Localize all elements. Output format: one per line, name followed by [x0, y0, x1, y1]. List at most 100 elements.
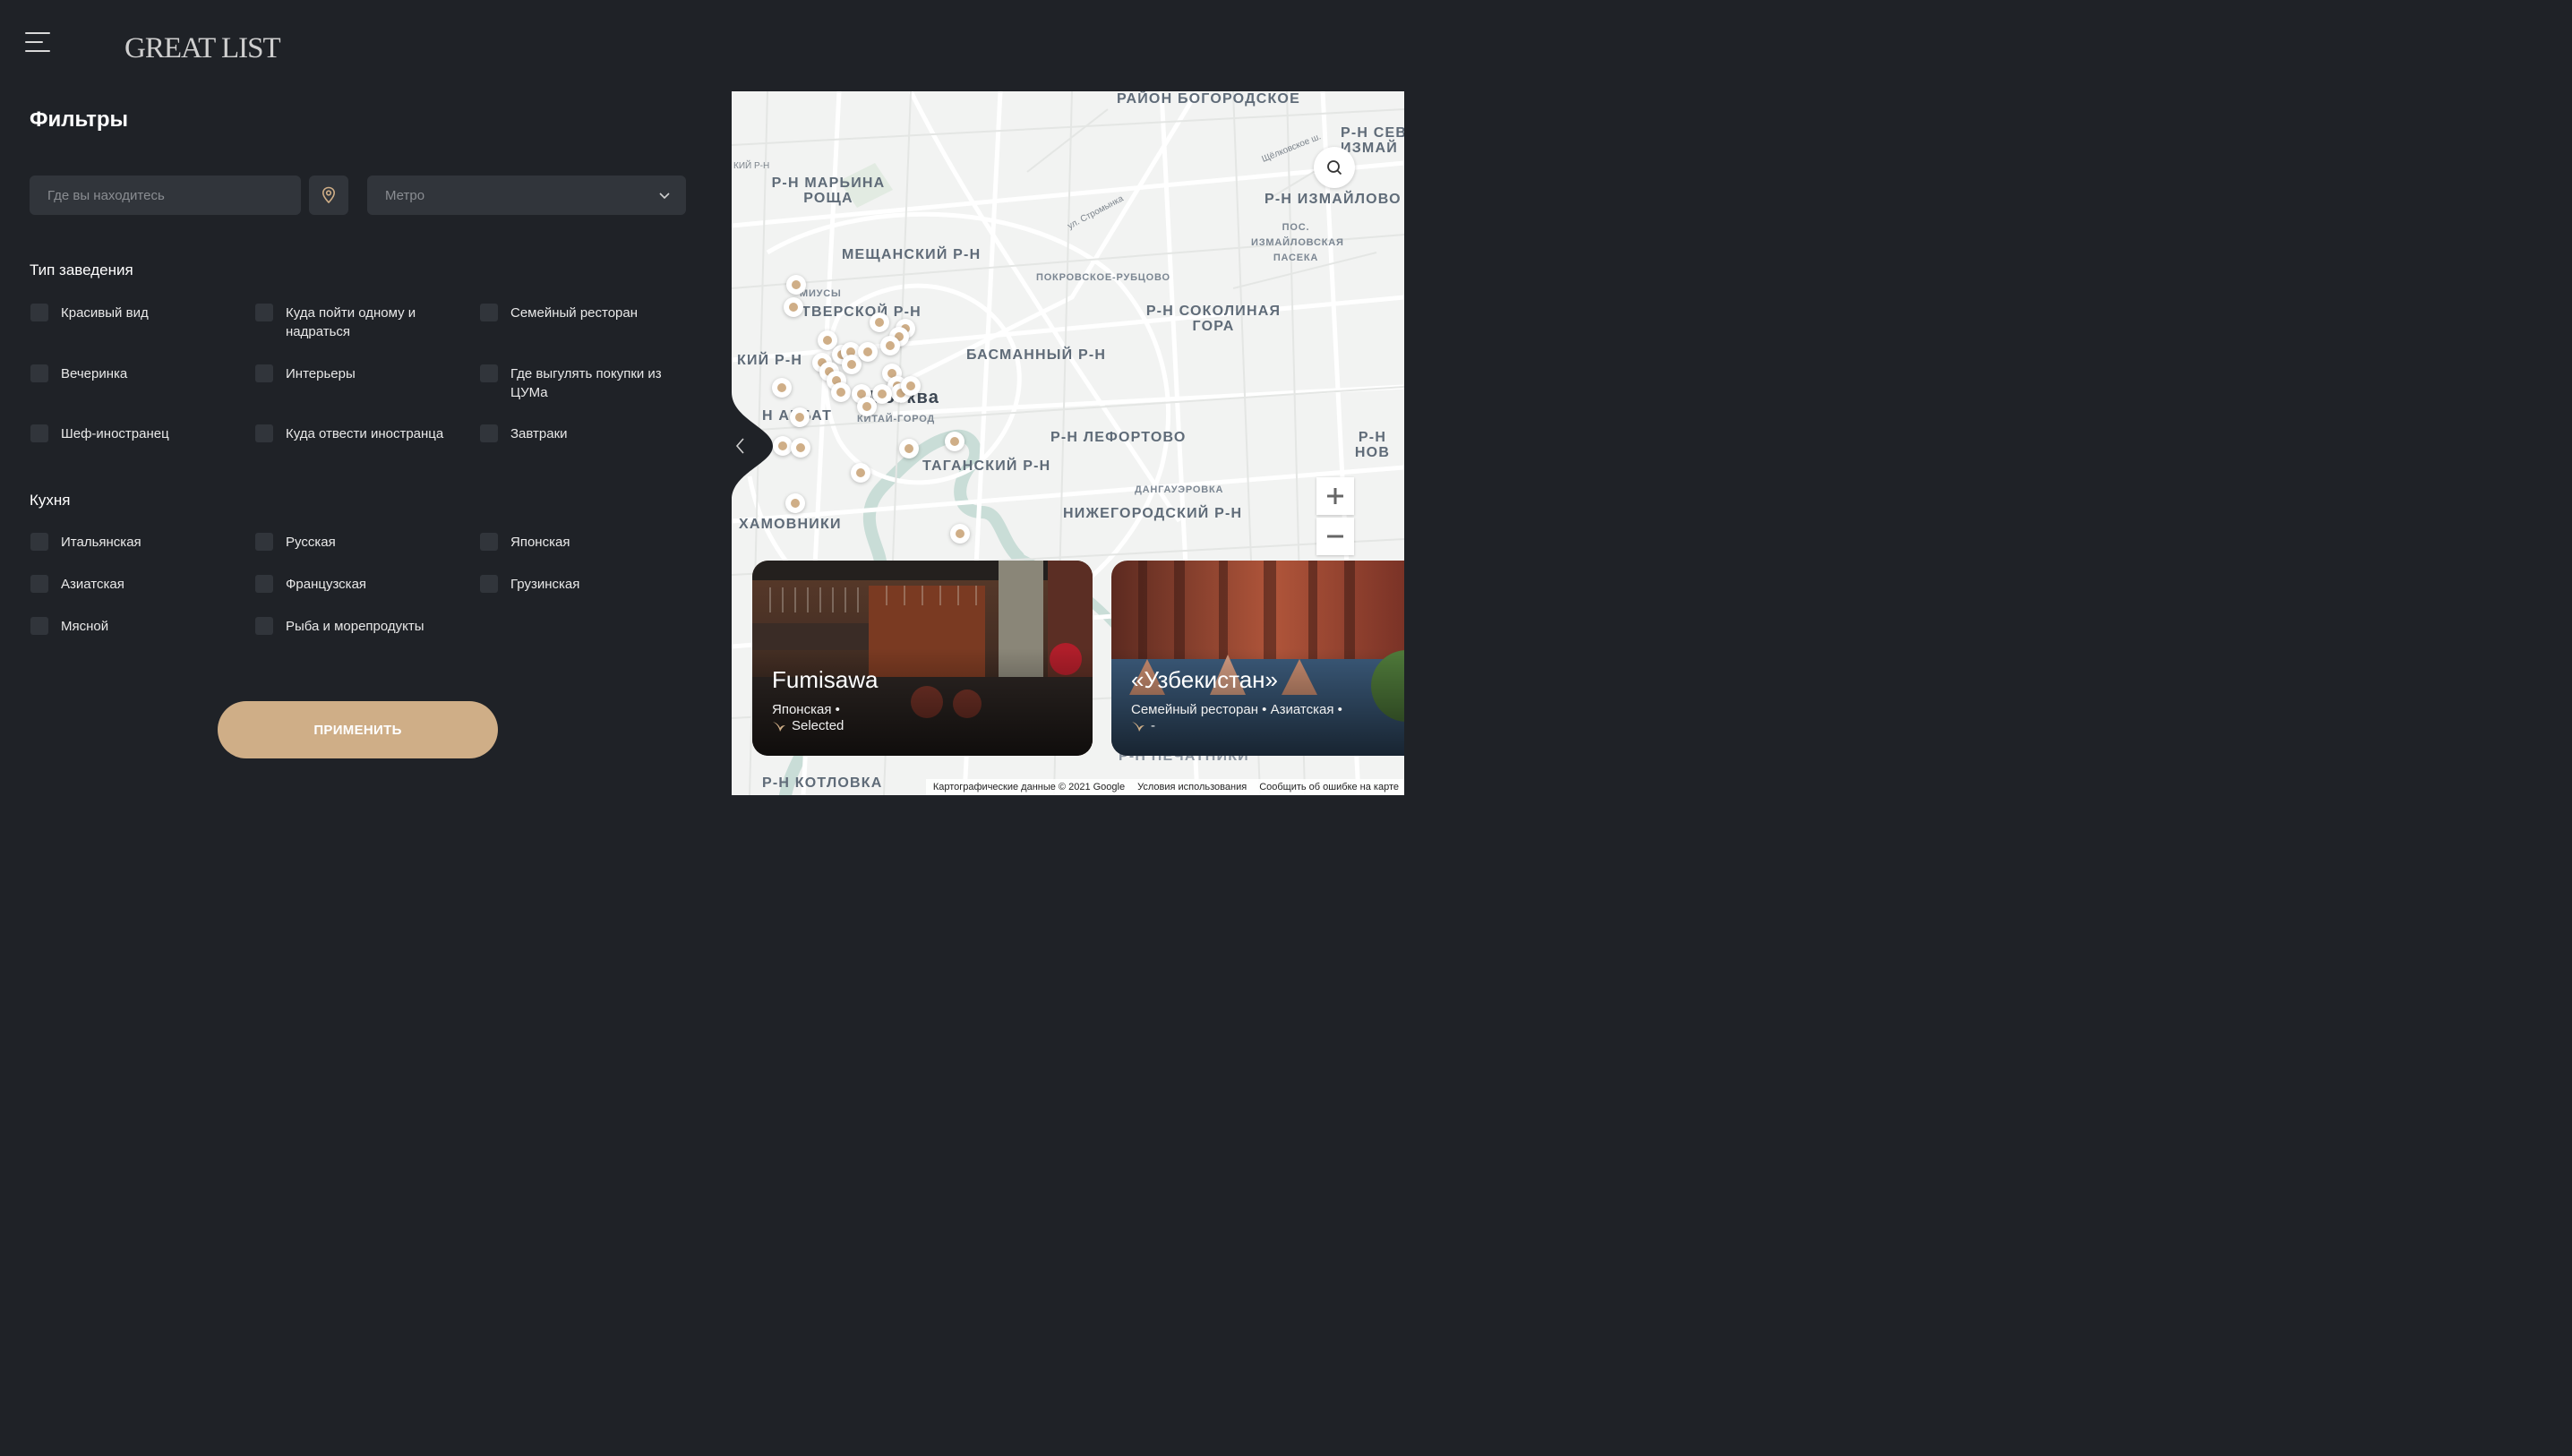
checkbox-venue-1[interactable]: Куда пойти одному и надраться — [255, 304, 465, 341]
restaurant-pin[interactable] — [831, 382, 851, 402]
district-label: МИУСЫ — [800, 288, 842, 299]
restaurant-pin[interactable] — [786, 275, 806, 295]
checkbox-venue-2[interactable]: Семейный ресторан — [480, 304, 690, 322]
restaurant-photo — [1111, 561, 1404, 756]
checkbox[interactable] — [255, 364, 273, 382]
map-search-button[interactable] — [1314, 147, 1355, 188]
restaurant-pin[interactable] — [901, 376, 921, 396]
checkbox-venue-0[interactable]: Красивый вид — [30, 304, 240, 322]
checkbox[interactable] — [480, 424, 498, 442]
restaurant-pin[interactable] — [899, 439, 919, 458]
checkbox-cuisine-7[interactable]: Рыба и морепродукты — [255, 617, 465, 636]
district-label: ХАМОВНИКИ — [739, 517, 842, 532]
map[interactable]: РАЙОН БОГОРОДСКОЕ Р-Н СЕВ ИЗМАЙ Р-Н МАРЬ… — [732, 91, 1404, 795]
checkbox[interactable] — [30, 424, 48, 442]
map-attribution: Картографические данные © 2021 Google Ус… — [925, 779, 1404, 795]
restaurant-pin[interactable] — [880, 336, 900, 355]
checkbox-label: Интерьеры — [286, 366, 356, 381]
cuisine-title: Кухня — [30, 492, 71, 509]
district-label: Р-Н ИЗМАЙЛОВО — [1265, 192, 1402, 207]
checkbox[interactable] — [30, 304, 48, 321]
checkbox-venue-6[interactable]: Шеф-иностранец — [30, 424, 240, 443]
district-label: НИЖЕГОРОДСКИЙ Р-Н — [1063, 506, 1243, 521]
checkbox-venue-7[interactable]: Куда отвести иностранца — [255, 424, 483, 443]
district-label: ПОКРОВСКОЕ-РУБЦОВО — [1036, 272, 1170, 283]
report-error-link[interactable]: Сообщить об ошибке на карте — [1259, 782, 1399, 792]
chevron-down-icon — [659, 193, 670, 200]
restaurant-pin[interactable] — [784, 297, 803, 317]
zoom-in-button[interactable] — [1316, 477, 1354, 515]
collapse-panel-tab[interactable] — [732, 392, 775, 500]
checkbox[interactable] — [480, 364, 498, 382]
restaurant-name: «Узбекистан» — [1131, 666, 1278, 693]
restaurant-card[interactable]: «Узбекистан» Семейный ресторан • Азиатск… — [1111, 561, 1404, 756]
checkbox-label: Итальянская — [61, 535, 141, 550]
district-label: Р-Н НОВ — [1354, 430, 1391, 460]
checkbox[interactable] — [255, 304, 273, 321]
checkbox-label: Японская — [510, 535, 570, 550]
checkbox[interactable] — [255, 533, 273, 551]
district-label: Р-Н СЕВ ИЗМАЙ — [1341, 125, 1404, 156]
checkbox[interactable] — [255, 575, 273, 593]
restaurant-pin[interactable] — [790, 407, 810, 427]
checkbox-label: Где выгулять покупки из ЦУМа — [510, 366, 662, 400]
location-placeholder: Где вы находитесь — [47, 187, 165, 203]
restaurant-card[interactable]: Fumisawa Японская • Selected — [752, 561, 1093, 756]
checkbox[interactable] — [480, 575, 498, 593]
checkbox-label: Русская — [286, 535, 336, 550]
checkbox[interactable] — [255, 424, 273, 442]
checkbox-venue-8[interactable]: Завтраки — [480, 424, 690, 443]
checkbox-cuisine-5[interactable]: Грузинская — [480, 575, 690, 594]
restaurant-pin[interactable] — [791, 438, 810, 458]
checkbox-venue-4[interactable]: Интерьеры — [255, 364, 465, 383]
plus-icon — [1327, 488, 1343, 504]
location-input[interactable]: Где вы находитесь — [30, 176, 301, 215]
checkbox-cuisine-6[interactable]: Мясной — [30, 617, 240, 636]
checkbox-label: Грузинская — [510, 577, 580, 592]
checkbox[interactable] — [30, 533, 48, 551]
checkbox[interactable] — [30, 575, 48, 593]
district-label: ТВЕРСКОЙ Р-Н — [802, 304, 922, 320]
restaurant-pin[interactable] — [773, 436, 793, 456]
street-label: КИЙ Р-Н — [733, 161, 770, 171]
checkbox-label: Семейный ресторан — [510, 305, 639, 321]
restaurant-pin[interactable] — [858, 342, 878, 362]
checkbox-cuisine-1[interactable]: Русская — [255, 533, 465, 552]
restaurant-pin[interactable] — [772, 378, 792, 398]
checkbox-cuisine-3[interactable]: Азиатская — [30, 575, 240, 594]
restaurant-pin[interactable] — [950, 524, 970, 544]
apply-button[interactable]: ПРИМЕНИТЬ — [218, 701, 498, 758]
metro-select[interactable]: Метро — [367, 176, 686, 215]
checkbox-label: Куда отвести иностранца — [286, 426, 444, 441]
district-label: Р-Н КОТЛОВКА — [762, 775, 883, 791]
restaurant-pin[interactable] — [945, 432, 964, 451]
checkbox[interactable] — [255, 617, 273, 635]
district-label: Р-Н ЛЕФОРТОВО — [1050, 430, 1187, 445]
restaurant-pin[interactable] — [870, 313, 889, 332]
checkbox-cuisine-0[interactable]: Итальянская — [30, 533, 240, 552]
restaurant-pin[interactable] — [857, 397, 877, 416]
terms-link[interactable]: Условия использования — [1137, 782, 1247, 792]
hamburger-menu-icon[interactable] — [25, 30, 54, 57]
restaurant-pin[interactable] — [785, 493, 805, 513]
checkbox-venue-5[interactable]: Где выгулять покупки из ЦУМа — [480, 364, 690, 402]
checkbox[interactable] — [30, 364, 48, 382]
checkbox[interactable] — [30, 617, 48, 635]
checkbox-label: Куда пойти одному и надраться — [286, 305, 416, 339]
zoom-out-button[interactable] — [1316, 518, 1354, 555]
checkbox-cuisine-2[interactable]: Японская — [480, 533, 690, 552]
checkbox-label: Красивый вид — [61, 305, 149, 321]
checkbox[interactable] — [480, 304, 498, 321]
checkbox-label: Азиатская — [61, 577, 124, 592]
swallow-icon — [1132, 721, 1145, 732]
geolocation-button[interactable] — [309, 176, 348, 215]
restaurant-pin[interactable] — [851, 463, 870, 483]
restaurant-badge: Selected — [772, 718, 844, 733]
checkbox-venue-3[interactable]: Вечеринка — [30, 364, 240, 383]
logo[interactable]: GREAT LIST — [124, 32, 281, 65]
checkbox-cuisine-4[interactable]: Французская — [255, 575, 465, 594]
district-label: КИЙ Р-Н — [737, 353, 803, 368]
checkbox[interactable] — [480, 533, 498, 551]
district-label: Р-Н МАРЬИНА РОЩА — [771, 176, 886, 206]
restaurant-pin[interactable] — [842, 355, 862, 374]
